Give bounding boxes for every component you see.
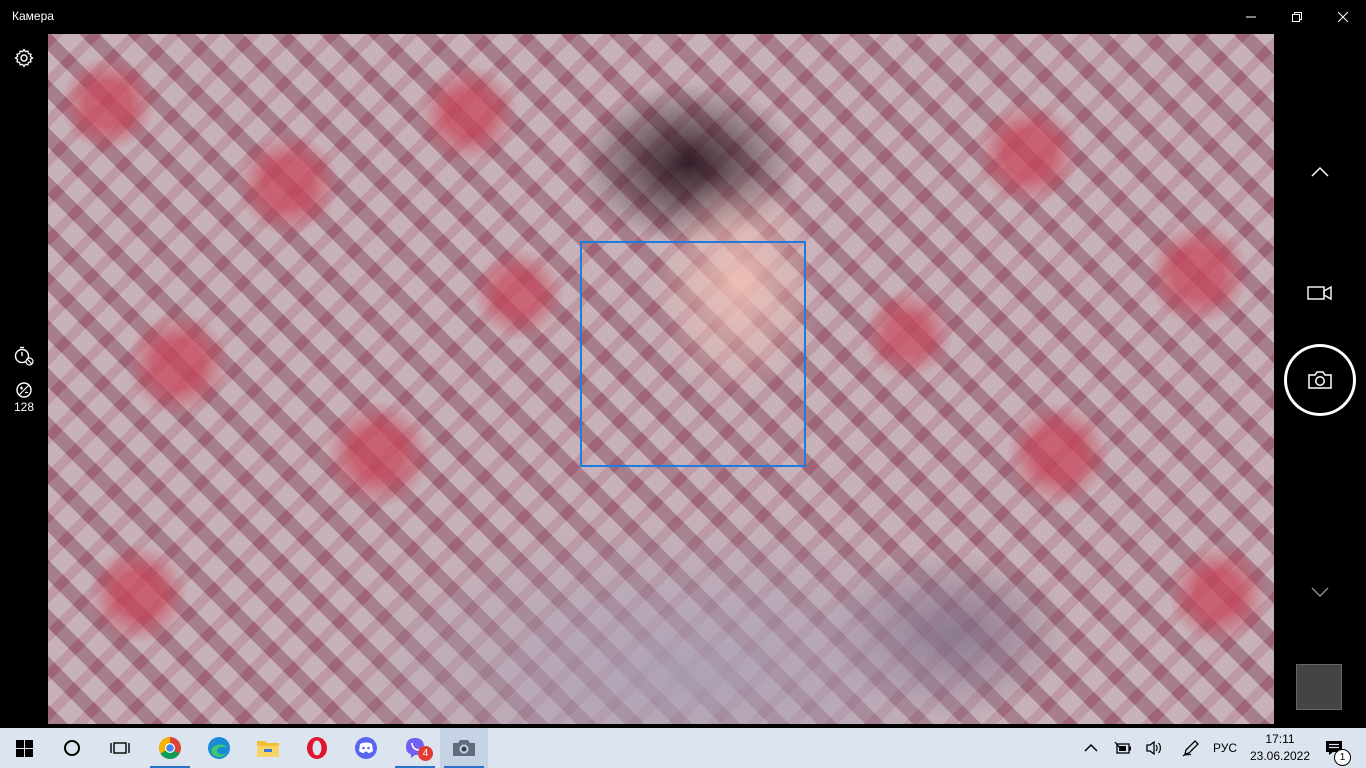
- task-view-icon: [110, 742, 130, 754]
- right-toolbar: [1274, 34, 1366, 726]
- camera-viewfinder[interactable]: [48, 34, 1274, 724]
- search-button[interactable]: [48, 728, 96, 768]
- chevron-up-icon: [1311, 166, 1329, 177]
- clock-time: 17:11: [1265, 732, 1295, 746]
- minimize-button[interactable]: [1228, 0, 1274, 34]
- close-button[interactable]: [1320, 0, 1366, 34]
- chevron-up-icon: [1084, 743, 1098, 752]
- taskbar: 4 РУС 17:11 23.06.2022 1: [0, 728, 1366, 768]
- app-title: Камера: [12, 9, 54, 23]
- gear-icon: [14, 48, 34, 68]
- left-toolbar: 128: [0, 34, 48, 726]
- settings-button[interactable]: [12, 46, 36, 70]
- title-bar: Камера: [0, 0, 1366, 34]
- iso-button[interactable]: [13, 379, 35, 401]
- taskbar-camera[interactable]: [440, 728, 488, 768]
- start-button[interactable]: [0, 728, 48, 768]
- edge-icon: [208, 737, 230, 759]
- taskbar-file-explorer[interactable]: [244, 728, 292, 768]
- timer-button[interactable]: [12, 344, 36, 368]
- shutter-button[interactable]: [1284, 344, 1356, 416]
- chrome-icon: [159, 737, 181, 759]
- search-circle-icon: [64, 740, 80, 756]
- video-mode-button[interactable]: [1306, 282, 1334, 304]
- scroll-up-button[interactable]: [1308, 160, 1332, 184]
- taskbar-viber[interactable]: 4: [391, 728, 439, 768]
- discord-icon: [355, 737, 377, 759]
- camera-icon: [453, 740, 475, 756]
- pen-workspace-button[interactable]: [1176, 728, 1206, 768]
- clock[interactable]: 17:11 23.06.2022: [1248, 731, 1312, 765]
- pen-icon: [1182, 740, 1199, 757]
- video-camera-icon: [1307, 285, 1332, 301]
- windows-icon: [15, 739, 33, 757]
- volume-icon: [1146, 740, 1161, 756]
- notification-count-badge: 1: [1334, 749, 1351, 766]
- battery-icon: [1114, 741, 1131, 754]
- volume-button[interactable]: [1139, 728, 1169, 768]
- taskbar-chrome[interactable]: [146, 728, 194, 768]
- face-detection-box: [580, 241, 806, 467]
- task-view-button[interactable]: [96, 728, 144, 768]
- restore-icon: [1292, 12, 1302, 22]
- minimize-icon: [1246, 16, 1256, 18]
- viber-notification-badge: 4: [418, 746, 433, 761]
- shutter-inner: [1287, 347, 1353, 413]
- input-language[interactable]: РУС: [1213, 741, 1237, 755]
- chevron-down-icon: [1311, 587, 1329, 598]
- last-capture-thumbnail[interactable]: [1296, 664, 1342, 710]
- iso-icon: [16, 382, 32, 398]
- restore-button[interactable]: [1274, 0, 1320, 34]
- battery-button[interactable]: [1108, 728, 1138, 768]
- iso-value: 128: [13, 400, 35, 414]
- clock-date: 23.06.2022: [1249, 749, 1311, 763]
- scroll-down-button[interactable]: [1308, 580, 1332, 604]
- show-hidden-icons-button[interactable]: [1076, 728, 1106, 768]
- opera-icon: [307, 737, 327, 759]
- folder-icon: [257, 741, 279, 757]
- camera-icon: [1308, 371, 1332, 389]
- taskbar-edge[interactable]: [195, 728, 243, 768]
- close-icon: [1337, 11, 1349, 23]
- timer-off-icon: [14, 346, 34, 366]
- taskbar-opera[interactable]: [293, 728, 341, 768]
- taskbar-discord[interactable]: [342, 728, 390, 768]
